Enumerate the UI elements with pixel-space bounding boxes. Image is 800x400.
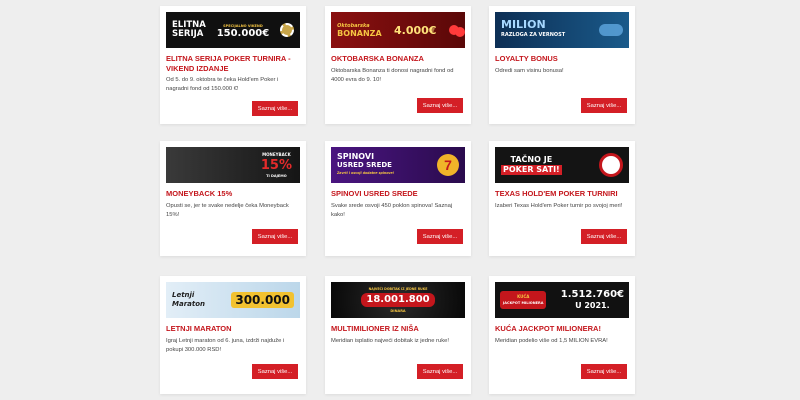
promo-title[interactable]: ELITNA SERIJA POKER TURNIRA - VIKEND IZD… bbox=[166, 54, 302, 73]
banner-line2: USRED SREDE bbox=[337, 161, 392, 169]
promo-title[interactable]: KUĆA JACKPOT MILIONERA! bbox=[495, 324, 631, 334]
promo-description: Od 5. do 9. oktobra te čeka Hold'em Poke… bbox=[166, 77, 279, 92]
banner-amount: 150.000€ bbox=[216, 28, 270, 39]
banner-line2: TI DAJEMO bbox=[266, 173, 287, 178]
promo-card-oktobarska-bonanza: Oktobarska BONANZA 4.000€ OKTOBARSKA BON… bbox=[325, 6, 471, 124]
banner-line1: Letnji bbox=[172, 291, 195, 299]
promo-description: Igraj Letnji maraton od 6. juna, izdrži … bbox=[166, 338, 285, 353]
promo-title[interactable]: MULTIMILIONER IZ NIŠA bbox=[331, 324, 467, 334]
promo-card-moneyback: MONEYBACK 15% TI DAJEMO MONEYBACK 15% Op… bbox=[160, 141, 306, 256]
promo-card-texas-holdem: TAČNO JE POKER SATI! TEXAS HOLD'EM POKER… bbox=[489, 141, 635, 256]
promo-title[interactable]: TEXAS HOLD'EM POKER TURNIRI bbox=[495, 189, 631, 199]
promo-description: Oktobarska Bonanza ti donosi nagradni fo… bbox=[331, 68, 454, 83]
promo-card-loyalty-bonus: MILION RAZLOGA ZA VERNOST LOYALTY BONUS … bbox=[489, 6, 635, 124]
promo-banner-loyalty-bonus[interactable]: MILION RAZLOGA ZA VERNOST bbox=[495, 12, 629, 48]
promo-title[interactable]: MONEYBACK 15% bbox=[166, 189, 302, 199]
promo-description: Odredi sam visinu bonusa! bbox=[495, 68, 564, 74]
learn-more-button[interactable]: Saznaj više... bbox=[417, 229, 463, 244]
promo-description: Svake srede osvoji 450 poklon spinova! S… bbox=[331, 203, 453, 218]
promo-banner-texas-holdem[interactable]: TAČNO JE POKER SATI! bbox=[495, 147, 629, 183]
banner-line1: SPINOVI bbox=[337, 152, 375, 161]
banner-small: U 2021. bbox=[575, 301, 610, 310]
promo-description: Meridian isplatio najveći dobitak iz jed… bbox=[331, 338, 449, 344]
banner-small: NAJVEĆI DOBITAK IZ JEDNE RUKE bbox=[368, 287, 428, 291]
poker-chips-icon bbox=[280, 23, 294, 37]
promo-banner-moneyback[interactable]: MONEYBACK 15% TI DAJEMO bbox=[166, 147, 300, 183]
promo-card-multimilioner: NAJVEĆI DOBITAK IZ JEDNE RUKE 18.001.800… bbox=[325, 276, 471, 394]
learn-more-button[interactable]: Saznaj više... bbox=[581, 364, 627, 379]
promo-banner-spinovi[interactable]: SPINOVI USRED SREDE Zavrti i osvoji doda… bbox=[331, 147, 465, 183]
banner-line1: MILION bbox=[501, 18, 546, 31]
cherry-icon bbox=[448, 25, 459, 35]
promo-title[interactable]: LOYALTY BONUS bbox=[495, 54, 631, 64]
slot-seven-icon: 7 bbox=[437, 154, 459, 176]
banner-small: Zavrti i osvoji dodatne spinove! bbox=[337, 171, 395, 175]
banner-line2: RAZLOGA ZA VERNOST bbox=[501, 32, 566, 38]
promo-description: Meridian podelio više od 1,5 MILION EVRA… bbox=[495, 338, 608, 344]
banner-line2: DINARA bbox=[390, 309, 406, 313]
promo-banner-letnji-maraton[interactable]: Letnji Maraton 300.000 bbox=[166, 282, 300, 318]
banner-line2: JACKPOT MILIONERA bbox=[503, 301, 544, 305]
promo-title[interactable]: LETNJI MARATON bbox=[166, 324, 302, 334]
promo-description: Opusti se, jer te svake nedelje čeka Mon… bbox=[166, 203, 289, 218]
promo-card-kuca-jackpot: KUĆA JACKPOT MILIONERA 1.512.760€ U 2021… bbox=[489, 276, 635, 394]
promo-banner-oktobarska-bonanza[interactable]: Oktobarska BONANZA 4.000€ bbox=[331, 12, 465, 48]
banner-line2: POKER SATI! bbox=[501, 165, 562, 175]
learn-more-button[interactable]: Saznaj više... bbox=[252, 229, 298, 244]
learn-more-button[interactable]: Saznaj više... bbox=[252, 364, 298, 379]
banner-line2: Maraton bbox=[172, 300, 206, 308]
handshake-icon bbox=[599, 24, 623, 36]
promo-description: Izaberi Texas Hold'em Poker turnir po sv… bbox=[495, 203, 623, 209]
promo-card-elitna-serija: ELITNA SERIJA SPECIJALNO VIKEND 150.000€… bbox=[160, 6, 306, 124]
banner-line1: TAČNO JE bbox=[510, 155, 553, 164]
promo-banner-kuca-jackpot[interactable]: KUĆA JACKPOT MILIONERA 1.512.760€ U 2021… bbox=[495, 282, 629, 318]
promo-banner-multimilioner[interactable]: NAJVEĆI DOBITAK IZ JEDNE RUKE 18.001.800… bbox=[331, 282, 465, 318]
banner-line1: KUĆA bbox=[517, 294, 530, 299]
learn-more-button[interactable]: Saznaj više... bbox=[581, 98, 627, 113]
banner-line2: BONANZA bbox=[337, 29, 382, 38]
learn-more-button[interactable]: Saznaj više... bbox=[417, 98, 463, 113]
promo-title[interactable]: OKTOBARSKA BONANZA bbox=[331, 54, 467, 64]
banner-amount: 15% bbox=[260, 157, 292, 173]
banner-amount: 18.001.800 bbox=[361, 293, 435, 307]
banner-line2: SERIJA bbox=[172, 29, 204, 39]
promo-banner-elitna-serija[interactable]: ELITNA SERIJA SPECIJALNO VIKEND 150.000€ bbox=[166, 12, 300, 48]
learn-more-button[interactable]: Saznaj više... bbox=[417, 364, 463, 379]
promo-card-letnji-maraton: Letnji Maraton 300.000 LETNJI MARATON Ig… bbox=[160, 276, 306, 394]
banner-amount: 300.000 bbox=[231, 292, 294, 308]
promo-card-spinovi: SPINOVI USRED SREDE Zavrti i osvoji doda… bbox=[325, 141, 471, 256]
learn-more-button[interactable]: Saznaj više... bbox=[252, 101, 298, 116]
banner-amount: 1.512.760€ bbox=[560, 289, 624, 300]
banner-amount: 4.000€ bbox=[394, 23, 437, 37]
clock-chip-icon bbox=[599, 153, 623, 177]
learn-more-button[interactable]: Saznaj više... bbox=[581, 229, 627, 244]
promo-title[interactable]: SPINOVI USRED SREDE bbox=[331, 189, 467, 199]
